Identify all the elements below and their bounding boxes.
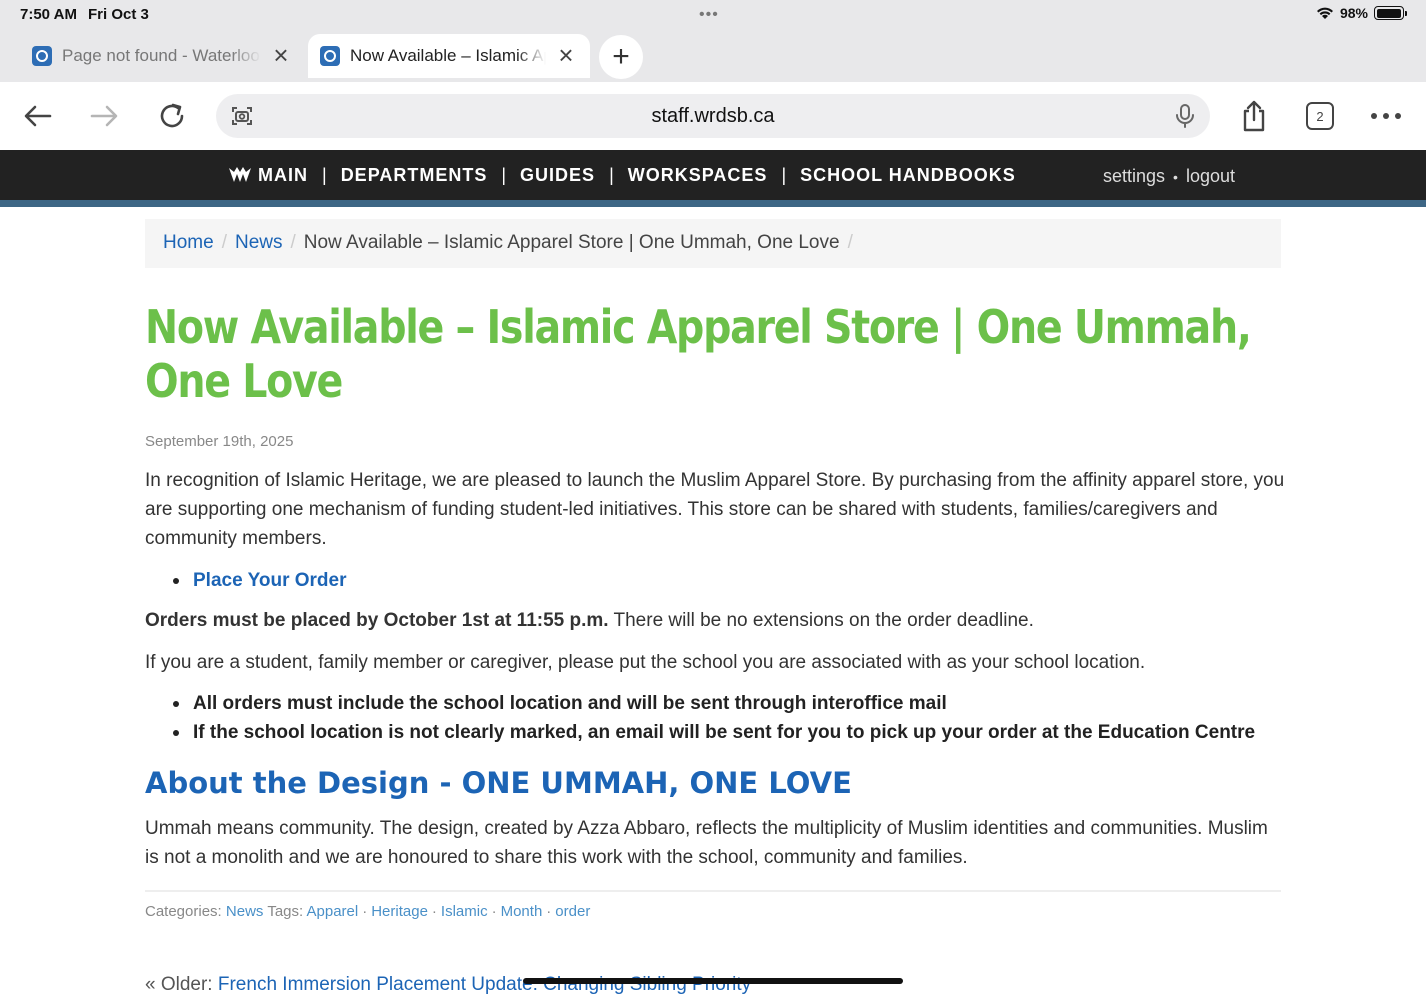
tab-strip: Page not found - Waterloo Region Distric…: [0, 30, 1426, 82]
logout-link[interactable]: logout: [1186, 166, 1235, 187]
multitasking-dots-icon[interactable]: •••: [699, 6, 719, 24]
address-bar[interactable]: staff.wrdsb.ca: [216, 94, 1210, 138]
category-link-news[interactable]: News: [226, 903, 264, 920]
tag-link-apparel[interactable]: Apparel: [307, 903, 359, 920]
tag-link-order[interactable]: order: [555, 903, 590, 920]
order-rules-list: All orders must include the school locat…: [172, 689, 1255, 747]
page-title: Now Available – Islamic Apparel Store | …: [145, 300, 1252, 408]
user-links: settings • logout: [1103, 166, 1235, 187]
design-paragraph: Ummah means community. The design, creat…: [145, 818, 1268, 868]
deadline-rest: There will be no extensions on the order…: [608, 610, 1034, 631]
arrow-left-icon: [24, 105, 52, 127]
nav-separator: |: [781, 164, 787, 185]
tag-link-month[interactable]: Month: [501, 903, 543, 920]
wrdsb-favicon-icon: [32, 46, 52, 66]
status-time: 7:50 AM: [20, 6, 77, 23]
close-tab-icon[interactable]: ×: [554, 42, 578, 68]
nav-accent-bar: [0, 200, 1426, 207]
breadcrumb-home[interactable]: Home: [163, 232, 214, 255]
tags-label: Tags:: [267, 903, 304, 920]
back-button[interactable]: [18, 96, 58, 136]
microphone-icon[interactable]: [1174, 103, 1196, 129]
tab-title: Page not found - Waterloo Region Distric…: [62, 46, 261, 65]
battery-percent: 98%: [1339, 5, 1368, 21]
intro-paragraph: In recognition of Islamic Heritage, we a…: [145, 470, 1285, 549]
nav-departments[interactable]: DEPARTMENTS: [341, 165, 488, 186]
post-meta: Categories: News Tags: Apparel · Heritage ·…: [145, 903, 590, 920]
breadcrumb-separator: /: [290, 232, 296, 253]
breadcrumb-separator: /: [847, 232, 853, 253]
url-text: staff.wrdsb.ca: [651, 105, 775, 127]
status-bar: 7:50 AM Fri Oct 3 ••• 98%: [0, 0, 1426, 30]
share-icon: [1243, 100, 1265, 132]
breadcrumb-news[interactable]: News: [235, 232, 283, 255]
post-date: September 19th, 2025: [145, 433, 294, 450]
list-item: If the school location is not clearly ma…: [172, 718, 1255, 747]
reload-button[interactable]: [152, 96, 192, 136]
battery-level: [1376, 8, 1401, 18]
reload-icon: [160, 103, 184, 128]
tag-separator: ·: [362, 903, 368, 920]
forward-button[interactable]: [84, 96, 124, 136]
breadcrumb-current: Now Available – Islamic Apparel Store | …: [303, 232, 840, 253]
nav-separator: |: [609, 164, 614, 185]
tab-now-available[interactable]: Now Available – Islamic Apparel Store ×: [308, 34, 590, 78]
divider: [145, 890, 1281, 892]
site-nav: MAIN | DEPARTMENTS | GUIDES | WORKSPACES…: [0, 150, 1426, 200]
tab-title: Now Available – Islamic Apparel Store: [350, 46, 546, 65]
ellipsis-icon: [1371, 113, 1401, 119]
close-tab-icon[interactable]: ×: [269, 42, 293, 68]
nav-main[interactable]: MAIN: [258, 165, 308, 186]
deadline-paragraph: Orders must be placed by October 1st at …: [145, 606, 1285, 635]
status-indicators: 98%: [1316, 5, 1407, 21]
deadline-bold: Orders must be placed by October 1st at …: [145, 610, 609, 631]
list-item: All orders must include the school locat…: [172, 689, 1255, 718]
tag-separator: ·: [431, 903, 437, 920]
more-button[interactable]: [1366, 96, 1406, 136]
site-nav-menu: MAIN | DEPARTMENTS | GUIDES | WORKSPACES…: [228, 150, 1016, 200]
place-order-link[interactable]: Place Your Order: [193, 570, 346, 591]
battery-icon: [1374, 6, 1407, 20]
nav-guides[interactable]: GUIDES: [520, 165, 595, 186]
design-heading: About the Design - ONE UMMAH, ONE LOVE: [145, 766, 852, 800]
nav-school-handbooks[interactable]: SCHOOL HANDBOOKS: [800, 165, 1016, 186]
tag-separator: ·: [546, 903, 552, 920]
location-paragraph: If you are a student, family member or c…: [145, 652, 1146, 673]
settings-link[interactable]: settings: [1103, 166, 1165, 187]
older-label: « Older:: [145, 974, 213, 994]
list-item: Place Your Order: [172, 566, 346, 595]
browser-toolbar: staff.wrdsb.ca 2: [0, 82, 1426, 150]
nav-separator: |: [322, 164, 327, 185]
share-button[interactable]: [1234, 96, 1274, 136]
older-post-nav: « Older: French Immersion Placement Upda…: [145, 974, 751, 994]
order-list: Place Your Order: [172, 566, 346, 595]
tab-page-not-found[interactable]: Page not found - Waterloo Region Distric…: [20, 34, 305, 78]
nav-workspaces[interactable]: WORKSPACES: [628, 165, 768, 186]
tag-separator: ·: [491, 903, 497, 920]
home-indicator[interactable]: [523, 978, 903, 984]
arrow-right-icon: [90, 105, 118, 127]
nav-separator: |: [501, 164, 507, 185]
older-post-link[interactable]: French Immersion Placement Update: Chang…: [218, 974, 751, 994]
wrdsb-logo-icon: [229, 167, 251, 182]
new-tab-button[interactable]: +: [599, 35, 643, 79]
tag-link-islamic[interactable]: Islamic: [441, 903, 488, 920]
wrdsb-favicon-icon: [320, 46, 340, 66]
tag-link-heritage[interactable]: Heritage: [371, 903, 428, 920]
breadcrumb-separator: /: [221, 232, 227, 253]
status-date: Fri Oct 3: [88, 6, 149, 23]
nav-dot: •: [1173, 168, 1178, 185]
breadcrumb: Home / News / Now Available – Islamic Ap…: [145, 219, 1281, 268]
wifi-icon: [1316, 7, 1333, 19]
categories-label: Categories:: [145, 903, 222, 920]
tab-overview-button[interactable]: 2: [1306, 102, 1334, 130]
